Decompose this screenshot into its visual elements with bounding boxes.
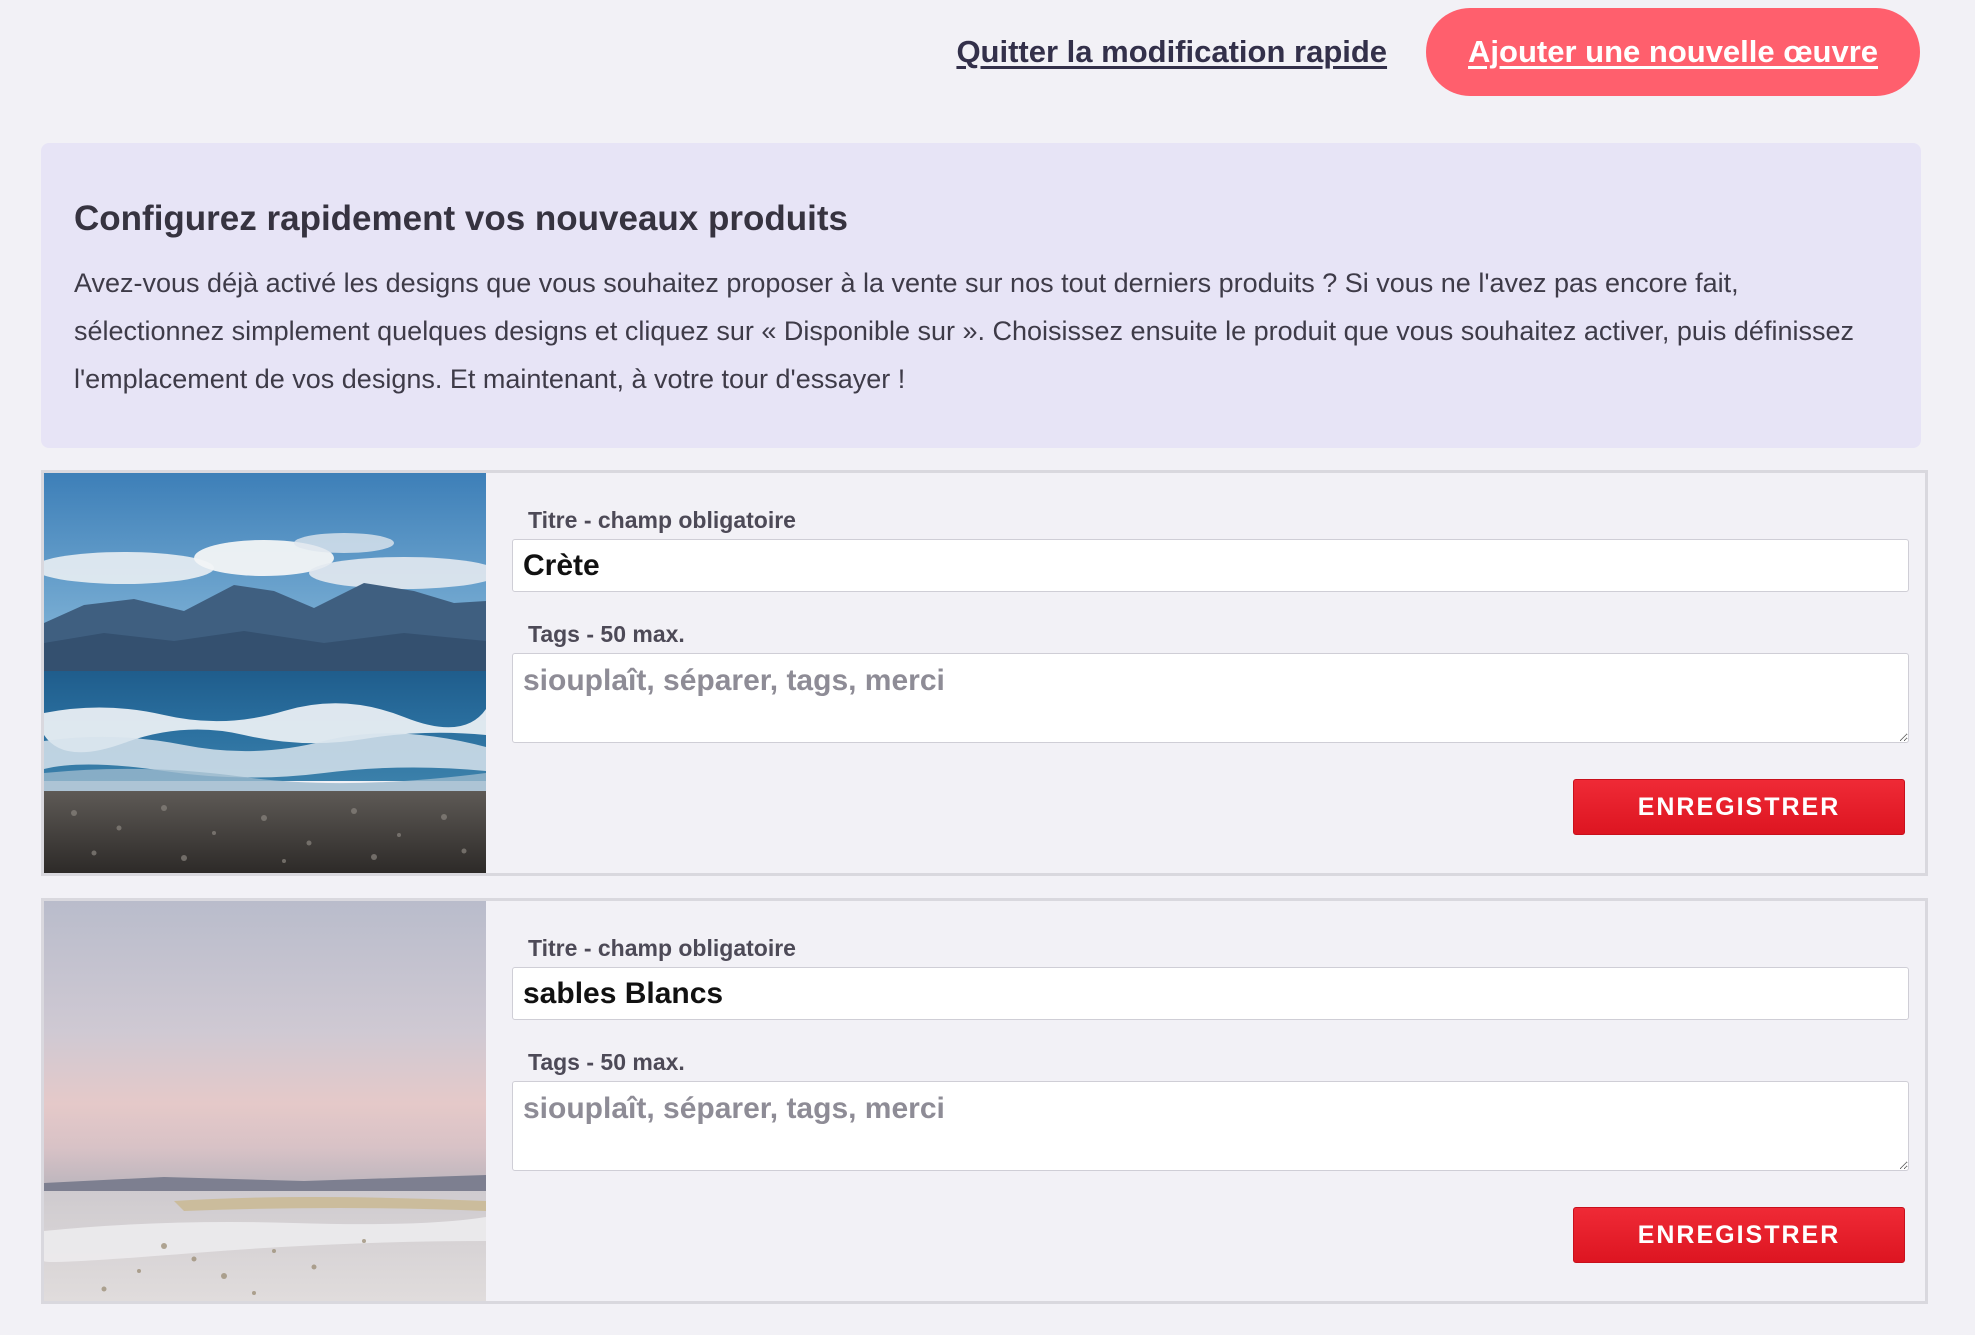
top-actions: Quitter la modification rapide Ajouter u… bbox=[956, 8, 1920, 96]
title-input[interactable] bbox=[512, 539, 1909, 592]
work-form: Titre - champ obligatoire Tags - 50 max.… bbox=[512, 473, 1909, 873]
tags-textarea[interactable] bbox=[512, 1081, 1909, 1171]
tags-label: Tags - 50 max. bbox=[528, 1049, 685, 1075]
quit-quick-edit-link[interactable]: Quitter la modification rapide bbox=[956, 34, 1387, 70]
add-new-work-button[interactable]: Ajouter une nouvelle œuvre bbox=[1426, 8, 1920, 96]
title-label: Titre - champ obligatoire bbox=[528, 935, 796, 961]
save-button[interactable]: ENREGISTRER bbox=[1573, 1207, 1905, 1263]
info-panel: Configurez rapidement vos nouveaux produ… bbox=[41, 143, 1921, 448]
tags-textarea[interactable] bbox=[512, 653, 1909, 743]
work-thumbnail-sand[interactable] bbox=[44, 901, 486, 1301]
title-input[interactable] bbox=[512, 967, 1909, 1020]
work-card: Titre - champ obligatoire Tags - 50 max.… bbox=[41, 898, 1928, 1304]
info-title: Configurez rapidement vos nouveaux produ… bbox=[74, 199, 848, 238]
work-thumbnail-sea[interactable] bbox=[44, 473, 486, 873]
title-label: Titre - champ obligatoire bbox=[528, 507, 796, 533]
info-text: Avez-vous déjà activé les designs que vo… bbox=[74, 268, 1854, 394]
save-button[interactable]: ENREGISTRER bbox=[1573, 779, 1905, 835]
tags-label: Tags - 50 max. bbox=[528, 621, 685, 647]
work-form: Titre - champ obligatoire Tags - 50 max.… bbox=[512, 901, 1909, 1301]
work-card: Titre - champ obligatoire Tags - 50 max.… bbox=[41, 470, 1928, 876]
